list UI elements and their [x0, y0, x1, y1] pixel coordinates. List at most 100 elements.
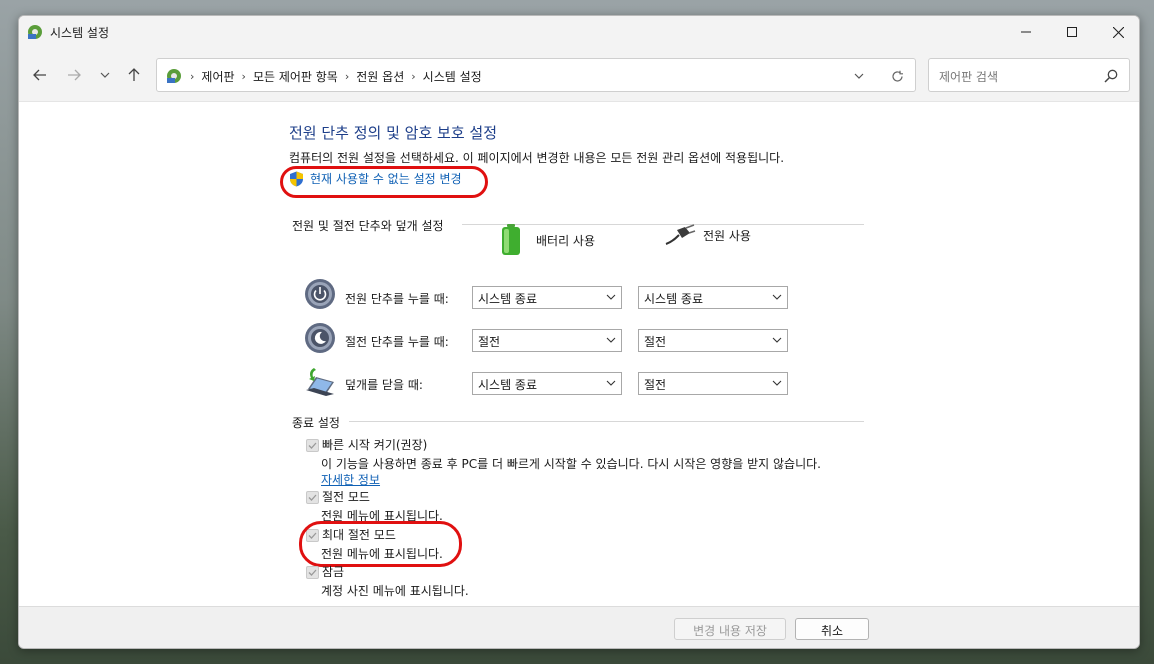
uac-shield-icon [290, 171, 303, 186]
checkmark-icon [308, 569, 317, 576]
close-button[interactable] [1095, 16, 1139, 48]
sleep-checkbox[interactable] [306, 491, 319, 504]
power-button-action-label: 전원 단추를 누를 때: [345, 292, 449, 306]
checkmark-icon [308, 532, 317, 539]
power-button-battery-select[interactable]: 시스템 종료 [472, 286, 622, 309]
checkmark-icon [308, 494, 317, 501]
save-changes-button[interactable]: 변경 내용 저장 [674, 618, 786, 640]
navigation-bar: › 제어판 › 모든 제어판 항목 › 전원 옵션 › 시스템 설정 제어판 검… [19, 48, 1139, 102]
sleep-button-battery-select[interactable]: 절전 [472, 329, 622, 352]
arrow-up-icon [128, 68, 140, 81]
breadcrumb-item[interactable]: 전원 옵션 [356, 68, 404, 85]
breadcrumb-item[interactable]: 시스템 설정 [423, 68, 482, 85]
lid-close-battery-select[interactable]: 시스템 종료 [472, 372, 622, 395]
page-title: 전원 단추 정의 및 암호 보호 설정 [289, 124, 498, 142]
refresh-icon [891, 70, 903, 82]
recent-locations-button[interactable] [93, 64, 117, 86]
chevron-down-icon [606, 337, 616, 343]
chevron-down-icon [606, 294, 616, 300]
lock-option: 잠금 [306, 564, 344, 581]
shutdown-group-label: 종료 설정 [292, 416, 340, 430]
up-button[interactable] [122, 64, 146, 86]
lid-close-action-label: 덮개를 닫을 때: [345, 378, 423, 392]
chevron-down-icon [772, 380, 782, 386]
arrow-left-icon [33, 69, 46, 81]
search-icon [1104, 69, 1118, 83]
sleep-description: 전원 메뉴에 표시됩니다. [321, 509, 443, 523]
arrow-right-icon [68, 69, 81, 81]
address-history-dropdown[interactable] [847, 68, 871, 84]
chevron-down-icon [772, 294, 782, 300]
fast-startup-checkbox[interactable] [306, 439, 319, 452]
plugged-column-header: 전원 사용 [664, 224, 751, 246]
back-button[interactable] [28, 64, 52, 86]
breadcrumb-separator: › [344, 69, 350, 83]
maximize-button[interactable] [1049, 16, 1095, 48]
select-value: 시스템 종료 [644, 292, 704, 306]
fast-startup-description: 이 기능을 사용하면 종료 후 PC를 더 빠르게 시작할 수 있습니다. 다시… [321, 457, 821, 471]
select-value: 시스템 종료 [478, 378, 538, 392]
hibernate-label: 최대 절전 모드 [322, 528, 396, 542]
address-bar[interactable]: › 제어판 › 모든 제어판 항목 › 전원 옵션 › 시스템 설정 [156, 58, 916, 92]
select-value: 절전 [644, 335, 667, 349]
system-settings-window: 시스템 설정 › 제어판 › 모든 제어판 항목 › 전원 옵션 › 시스템 설… [18, 15, 1140, 649]
chevron-down-icon [606, 380, 616, 386]
hibernate-description: 전원 메뉴에 표시됩니다. [321, 547, 443, 561]
fast-startup-label: 빠른 시작 켜기(권장) [322, 438, 428, 452]
chevron-down-icon [100, 72, 110, 78]
page-description: 컴퓨터의 전원 설정을 선택하세요. 이 페이지에서 변경한 내용은 모든 전원… [289, 151, 785, 165]
breadcrumb: › 제어판 › 모든 제어판 항목 › 전원 옵션 › 시스템 설정 [165, 67, 482, 85]
control-panel-icon [28, 25, 42, 39]
maximize-icon [1067, 27, 1077, 37]
battery-icon [502, 224, 520, 255]
close-icon [1112, 26, 1124, 38]
checkmark-icon [308, 442, 317, 449]
sleep-label: 절전 모드 [322, 490, 370, 504]
select-value: 절전 [644, 378, 667, 392]
breadcrumb-separator: › [411, 69, 416, 83]
lock-description: 계정 사진 메뉴에 표시됩니다. [321, 584, 469, 598]
breadcrumb-separator: › [190, 69, 195, 83]
sleep-option: 절전 모드 [306, 489, 370, 506]
dialog-footer: 변경 내용 저장 취소 [19, 606, 1139, 648]
breadcrumb-item[interactable]: 모든 제어판 항목 [253, 68, 338, 85]
power-button-icon [305, 279, 335, 309]
sleep-button-action-label: 절전 단추를 누를 때: [345, 335, 449, 349]
power-buttons-group-label: 전원 및 절전 단추와 덮개 설정 [292, 219, 444, 233]
sleep-button-icon [305, 323, 335, 353]
group-divider [349, 421, 864, 422]
breadcrumb-item[interactable]: 제어판 [201, 68, 234, 85]
select-value: 절전 [478, 335, 501, 349]
select-value: 시스템 종료 [478, 292, 538, 306]
plugged-column-label: 전원 사용 [703, 228, 751, 243]
hibernate-checkbox[interactable] [306, 529, 319, 542]
power-plug-icon [665, 224, 696, 245]
control-panel-icon [167, 69, 181, 83]
change-unavailable-settings-link[interactable]: 현재 사용할 수 없는 설정 변경 [289, 170, 462, 187]
cancel-button[interactable]: 취소 [795, 618, 869, 640]
battery-column-header: 배터리 사용 [500, 224, 595, 256]
more-info-link[interactable]: 자세한 정보 [321, 471, 380, 488]
minimize-icon [1021, 31, 1031, 33]
power-button-plugged-select[interactable]: 시스템 종료 [638, 286, 788, 309]
battery-column-label: 배터리 사용 [536, 233, 596, 248]
refresh-button[interactable] [885, 67, 909, 85]
window-title: 시스템 설정 [50, 26, 110, 40]
laptop-lid-icon [306, 368, 334, 396]
lock-checkbox[interactable] [306, 566, 319, 579]
minimize-button[interactable] [1003, 16, 1049, 48]
search-input[interactable]: 제어판 검색 [939, 68, 998, 85]
lid-close-plugged-select[interactable]: 절전 [638, 372, 788, 395]
forward-button[interactable] [62, 64, 86, 86]
fast-startup-option: 빠른 시작 켜기(권장) [306, 437, 427, 454]
change-settings-label[interactable]: 현재 사용할 수 없는 설정 변경 [310, 170, 462, 187]
hibernate-option: 최대 절전 모드 [306, 527, 396, 544]
chevron-down-icon [854, 73, 864, 79]
main-content: 전원 단추 정의 및 암호 보호 설정 컴퓨터의 전원 설정을 선택하세요. 이… [19, 102, 1139, 606]
title-bar: 시스템 설정 [19, 16, 1139, 48]
search-box[interactable]: 제어판 검색 [928, 58, 1130, 92]
chevron-down-icon [772, 337, 782, 343]
sleep-button-plugged-select[interactable]: 절전 [638, 329, 788, 352]
lock-label: 잠금 [322, 565, 345, 579]
breadcrumb-separator: › [241, 69, 246, 83]
